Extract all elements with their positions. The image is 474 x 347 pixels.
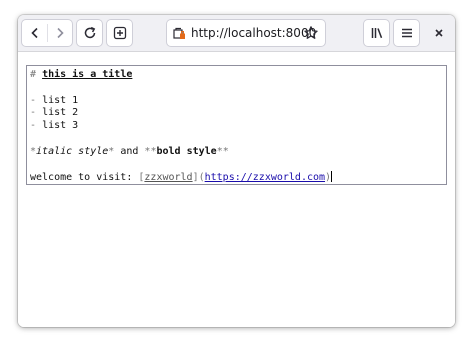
list-item-text: list 3: [42, 120, 79, 132]
link-prefix: welcome to visit:: [30, 172, 139, 184]
back-button[interactable]: [22, 20, 47, 46]
title-text: this is a title: [42, 69, 133, 80]
forward-button[interactable]: [47, 20, 72, 46]
browser-toolbar: http://localhost:8000: [18, 15, 455, 52]
list-item: - list 2: [30, 107, 443, 120]
style-line: *italic style* and **bold style**: [30, 146, 443, 159]
italic-text: italic style: [36, 145, 109, 157]
bold-marker: **: [216, 145, 229, 157]
title-marker: #: [30, 69, 37, 80]
new-tab-icon: [113, 26, 126, 40]
close-window-button[interactable]: [430, 20, 448, 46]
new-tab-button[interactable]: [107, 20, 132, 46]
list-marker: -: [30, 120, 37, 132]
link-label[interactable]: zzxworld: [144, 172, 192, 183]
page-content: # this is a title - list 1 - list 2 - li…: [18, 52, 455, 327]
hamburger-menu-icon: [401, 28, 412, 38]
list-item: - list 1: [30, 95, 443, 108]
bold-marker: **: [144, 145, 157, 157]
library-button[interactable]: [364, 20, 389, 46]
address-bar[interactable]: http://localhost:8000: [167, 20, 325, 46]
and-text: and: [114, 145, 145, 157]
menu-button[interactable]: [394, 20, 419, 46]
url-text[interactable]: http://localhost:8000: [191, 26, 316, 40]
link-line: welcome to visit: [zzxworld](https://zzx…: [30, 171, 443, 184]
site-info-icon[interactable]: [173, 27, 186, 40]
text-caret: [331, 171, 333, 183]
list-marker: -: [30, 94, 37, 106]
forward-arrow-icon: [56, 27, 64, 39]
back-arrow-icon: [30, 27, 38, 39]
list-marker: -: [30, 107, 37, 119]
library-icon: [371, 28, 382, 39]
link-mid: ](: [192, 172, 205, 184]
list-item-text: list 2: [42, 107, 79, 119]
close-icon: [435, 29, 443, 37]
markdown-editor[interactable]: # this is a title - list 1 - list 2 - li…: [26, 65, 447, 185]
navigation-buttons: [22, 20, 72, 46]
reload-icon: [84, 26, 95, 39]
bookmark-star-icon[interactable]: [303, 25, 319, 41]
list-item: - list 3: [30, 120, 443, 133]
reload-button[interactable]: [77, 20, 102, 46]
title-line: # this is a title: [30, 69, 443, 82]
bold-text: bold style: [156, 145, 217, 157]
browser-window: http://localhost:8000 # this is a title: [18, 15, 455, 327]
link-url[interactable]: https://zzxworld.com: [205, 172, 325, 183]
list-item-text: list 1: [42, 94, 79, 106]
